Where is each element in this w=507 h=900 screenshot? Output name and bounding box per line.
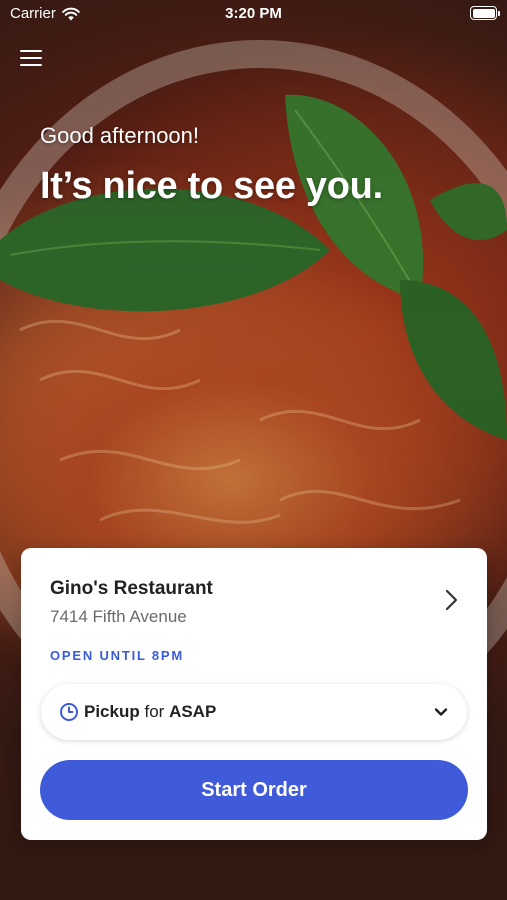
greeting-text: Good afternoon! [40, 123, 200, 148]
order-mode-time: ASAP [169, 702, 217, 721]
start-order-button[interactable]: Start Order [40, 760, 468, 820]
chevron-right-icon[interactable] [439, 588, 463, 612]
welcome-headline: It’s nice to see you. [40, 165, 383, 207]
hamburger-menu-icon[interactable] [20, 48, 42, 68]
order-mode-label: Pickup for ASAP [84, 702, 216, 722]
order-mode-type: Pickup [84, 702, 140, 721]
order-mode-connector: for [144, 702, 165, 721]
restaurant-name[interactable]: Gino's Restaurant [50, 578, 213, 600]
clock-icon [60, 703, 78, 721]
order-mode-selector[interactable]: Pickup for ASAP [41, 684, 467, 740]
clock-time: 3:20 PM [225, 5, 282, 22]
restaurant-card: Gino's Restaurant 7414 Fifth Avenue OPEN… [21, 548, 487, 840]
restaurant-address: 7414 Fifth Avenue [50, 607, 187, 626]
battery-icon [470, 6, 500, 20]
chevron-down-icon [434, 708, 448, 716]
status-bar: Carrier 3:20 PM [0, 0, 507, 28]
open-status-badge: OPEN UNTIL 8PM [50, 648, 185, 663]
